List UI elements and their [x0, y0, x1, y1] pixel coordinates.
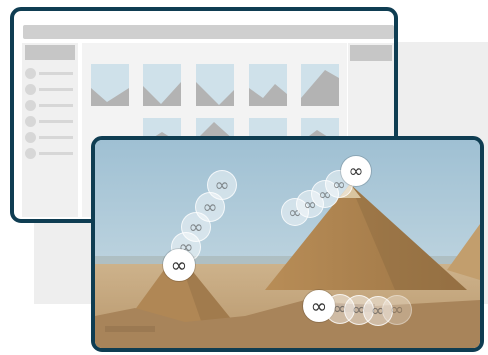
marker-symbol: ∞: [348, 160, 364, 182]
infinity-icon[interactable]: ∞: [382, 295, 412, 325]
mountain-image-icon[interactable]: [143, 64, 181, 106]
marker-symbol: ∞: [214, 174, 230, 196]
sidebar-item[interactable]: [25, 147, 75, 159]
details-header-placeholder: [350, 45, 392, 61]
text-placeholder: [39, 136, 73, 139]
infinity-icon[interactable]: ∞: [341, 156, 371, 186]
mountain-image-icon[interactable]: [196, 64, 234, 106]
sidebar-item[interactable]: [25, 99, 75, 111]
text-placeholder: [39, 104, 73, 107]
avatar-placeholder: [25, 116, 36, 127]
marker-symbol: ∞: [170, 253, 188, 277]
mountain-image-icon[interactable]: [301, 64, 339, 106]
avatar-placeholder: [25, 100, 36, 111]
avatar-placeholder: [25, 148, 36, 159]
toolbar-placeholder: [23, 25, 394, 39]
sidebar-item[interactable]: [25, 83, 75, 95]
avatar-placeholder: [25, 132, 36, 143]
avatar-placeholder: [25, 84, 36, 95]
text-placeholder: [39, 88, 73, 91]
sidebar-item[interactable]: [25, 67, 75, 79]
sidebar-item[interactable]: [25, 131, 75, 143]
pyramids-photo: [95, 140, 480, 348]
sidebar-header-placeholder: [25, 45, 75, 60]
text-placeholder: [39, 120, 73, 123]
infinity-icon[interactable]: ∞: [163, 249, 195, 281]
sidebar-item[interactable]: [25, 115, 75, 127]
mountain-image-icon[interactable]: [91, 64, 129, 106]
avatar-placeholder: [25, 68, 36, 79]
mountain-image-icon[interactable]: [249, 64, 287, 106]
text-placeholder: [39, 152, 73, 155]
photo-viewer-window: ∞ ∞ ∞ ∞ ∞ ∞ ∞ ∞ ∞ ∞ ∞ ∞ ∞ ∞ ∞: [91, 136, 484, 352]
text-placeholder: [39, 72, 73, 75]
marker-symbol: ∞: [389, 300, 405, 320]
sidebar: [22, 43, 78, 217]
